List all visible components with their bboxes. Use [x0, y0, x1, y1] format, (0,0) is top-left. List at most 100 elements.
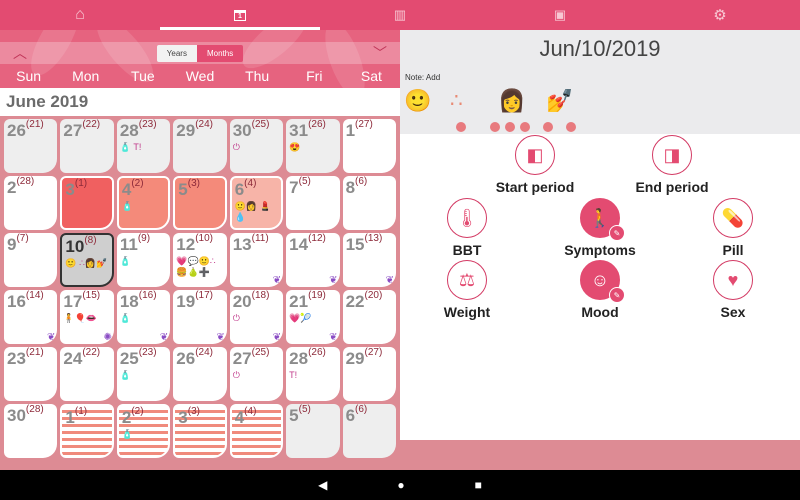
tab-notes[interactable]: ▣: [480, 0, 640, 30]
calendar-day[interactable]: 30(28): [4, 404, 58, 458]
calendar-day[interactable]: 29(27): [342, 347, 396, 401]
end-period-button[interactable]: ◨ End period: [617, 135, 727, 195]
tab-home[interactable]: ⌂: [0, 0, 160, 30]
weekday-label: Sat: [360, 68, 382, 84]
weekday-label: Tue: [131, 68, 155, 84]
calendar-grid: 26(21) 27(22) 28(23) 🧴 T! 29(24) 30(25) ⏻ 31(26…: [2, 117, 398, 460]
pill-button[interactable]: 💊 Pill: [678, 198, 788, 258]
tab-charts[interactable]: ▥: [320, 0, 480, 30]
acne-icon[interactable]: ∴: [450, 88, 463, 113]
symptoms-button[interactable]: 🚶 ✎ Symptoms: [545, 198, 655, 258]
years-button[interactable]: Years: [156, 44, 197, 62]
recents-icon[interactable]: ■: [475, 478, 482, 492]
sex-glyph: ♥: [727, 269, 739, 290]
calendar-day[interactable]: 4(2) 🧴: [116, 176, 171, 230]
calendar-day[interactable]: 6(6): [342, 404, 396, 458]
day-number: 26: [176, 349, 196, 368]
day-markers: 🧴: [121, 429, 134, 439]
calendar-day[interactable]: 3(3): [173, 404, 227, 458]
calendar-day[interactable]: 7(5): [286, 176, 340, 230]
calendar-day[interactable]: 18(16) 🧴 ❦: [116, 290, 171, 344]
add-note-link[interactable]: Note: Add: [405, 73, 440, 82]
calendar-day[interactable]: 23(21): [4, 347, 58, 401]
day-number: 7: [289, 178, 299, 197]
cycle-day: (5): [298, 404, 311, 415]
cycle-day: (22): [82, 119, 101, 130]
calendar-day[interactable]: 27(25) ⏻: [229, 347, 284, 401]
calendar-day[interactable]: 21(19) 💗🎾 ❦: [286, 290, 340, 344]
calendar-day[interactable]: 28(26) T!: [286, 347, 340, 401]
calendar-day-selected[interactable]: 10(8) 🙂 ∴👩💅: [60, 233, 114, 287]
chevron-up-icon[interactable]: ︿: [10, 43, 30, 63]
day-number: 27: [63, 121, 83, 140]
mood-smile-icon[interactable]: 🙂: [404, 88, 431, 114]
tab-settings[interactable]: ⚙: [640, 0, 800, 30]
weight-icon: ⚖: [447, 260, 487, 300]
bbt-button[interactable]: 🌡 BBT: [412, 198, 522, 258]
mood-button[interactable]: ☺ ✎ Mood: [545, 260, 655, 320]
calendar-day[interactable]: 15(13) ❦: [342, 233, 396, 287]
sex-button[interactable]: ♥ Sex: [678, 260, 788, 320]
calendar-day[interactable]: 13(11) ❦: [229, 233, 284, 287]
calendar-day[interactable]: 22(20): [342, 290, 396, 344]
nail-icon[interactable]: 💅: [546, 88, 573, 114]
calendar-day[interactable]: 9(7): [4, 233, 58, 287]
calendar-day[interactable]: 20(18) ⏻ ❦: [229, 290, 284, 344]
calendar-day[interactable]: 1(1): [60, 404, 114, 458]
severity-dot: [456, 122, 466, 132]
home-button-icon[interactable]: ●: [397, 478, 404, 492]
cycle-day: (22): [82, 347, 101, 358]
day-number: 23: [7, 349, 26, 368]
calendar-day[interactable]: 3(1): [60, 176, 114, 230]
calendar-day[interactable]: 16(14) ❦: [4, 290, 58, 344]
calendar-day[interactable]: 6(4) 🙂👩 💄💧: [229, 176, 284, 230]
calendar-day[interactable]: 14(12) ❦: [286, 233, 340, 287]
start-period-button[interactable]: ◧ Start period: [480, 135, 590, 195]
cycle-day: (4): [244, 406, 257, 417]
cycle-day: (6): [355, 404, 368, 415]
cycle-day: (21): [25, 119, 44, 130]
calendar-day[interactable]: 4(4): [229, 404, 284, 458]
calendar-day[interactable]: 5(5): [286, 404, 340, 458]
calendar-day[interactable]: 26(21): [4, 119, 58, 173]
cycle-day: (14): [25, 290, 44, 301]
calendar-panel: ︿ Years Months ﹀ Sun Mon Tue Wed Thu Fri…: [0, 30, 400, 458]
calendar-day[interactable]: 31(26) 😍: [286, 119, 340, 173]
breast-tenderness-icon[interactable]: 👩: [498, 88, 525, 114]
calendar-day[interactable]: 5(3): [173, 176, 227, 230]
back-icon[interactable]: ◀: [318, 478, 327, 492]
calendar-day[interactable]: 1(27): [342, 119, 396, 173]
calendar-day[interactable]: 27(22): [60, 119, 114, 173]
edit-icon: ✎: [609, 225, 625, 241]
months-button[interactable]: Months: [196, 44, 244, 62]
day-number: 5: [289, 406, 299, 425]
book-icon: ▣: [553, 7, 567, 22]
calendar-day[interactable]: 11(9) 🧴: [116, 233, 171, 287]
tab-calendar[interactable]: 1: [160, 0, 320, 30]
day-summary: Jun/10/2019 Note: Add 🙂 ∴ 👩 💅: [400, 30, 800, 134]
chevron-down-icon[interactable]: ﹀: [370, 43, 390, 63]
weight-button[interactable]: ⚖ Weight: [412, 260, 522, 320]
cycle-day: (7): [16, 233, 29, 244]
calendar-day[interactable]: 24(22): [60, 347, 114, 401]
weight-label: Weight: [443, 304, 491, 320]
calendar-day[interactable]: 26(24): [173, 347, 227, 401]
calendar-day[interactable]: 8(6): [342, 176, 396, 230]
calendar-day[interactable]: 2(2) 🧴: [116, 404, 171, 458]
calendar-day[interactable]: 30(25) ⏻: [229, 119, 284, 173]
symptoms-glyph: 🚶: [588, 207, 612, 228]
calendar-day[interactable]: 19(17) ❦: [173, 290, 227, 344]
cycle-day: (12): [308, 233, 326, 244]
calendar-day[interactable]: 28(23) 🧴 T!: [116, 119, 171, 173]
calendar-day[interactable]: 2(28): [4, 176, 58, 230]
cycle-day: (9): [137, 233, 151, 244]
day-number: 26: [7, 121, 26, 140]
cycle-day: (5): [298, 176, 311, 187]
day-markers: 🧍🎈👄: [63, 313, 98, 323]
calendar-day[interactable]: 12(10) 💗💬🙂∴ 🍔🍐➕: [173, 233, 227, 287]
calendar-day[interactable]: 25(23) 🧴: [116, 347, 171, 401]
calendar-day[interactable]: 17(15) 🧍🎈👄 ✺: [60, 290, 114, 344]
fertile-leaf-icon: ❦: [159, 332, 169, 343]
pill-glyph: 💊: [721, 207, 745, 228]
calendar-day[interactable]: 29(24): [173, 119, 227, 173]
